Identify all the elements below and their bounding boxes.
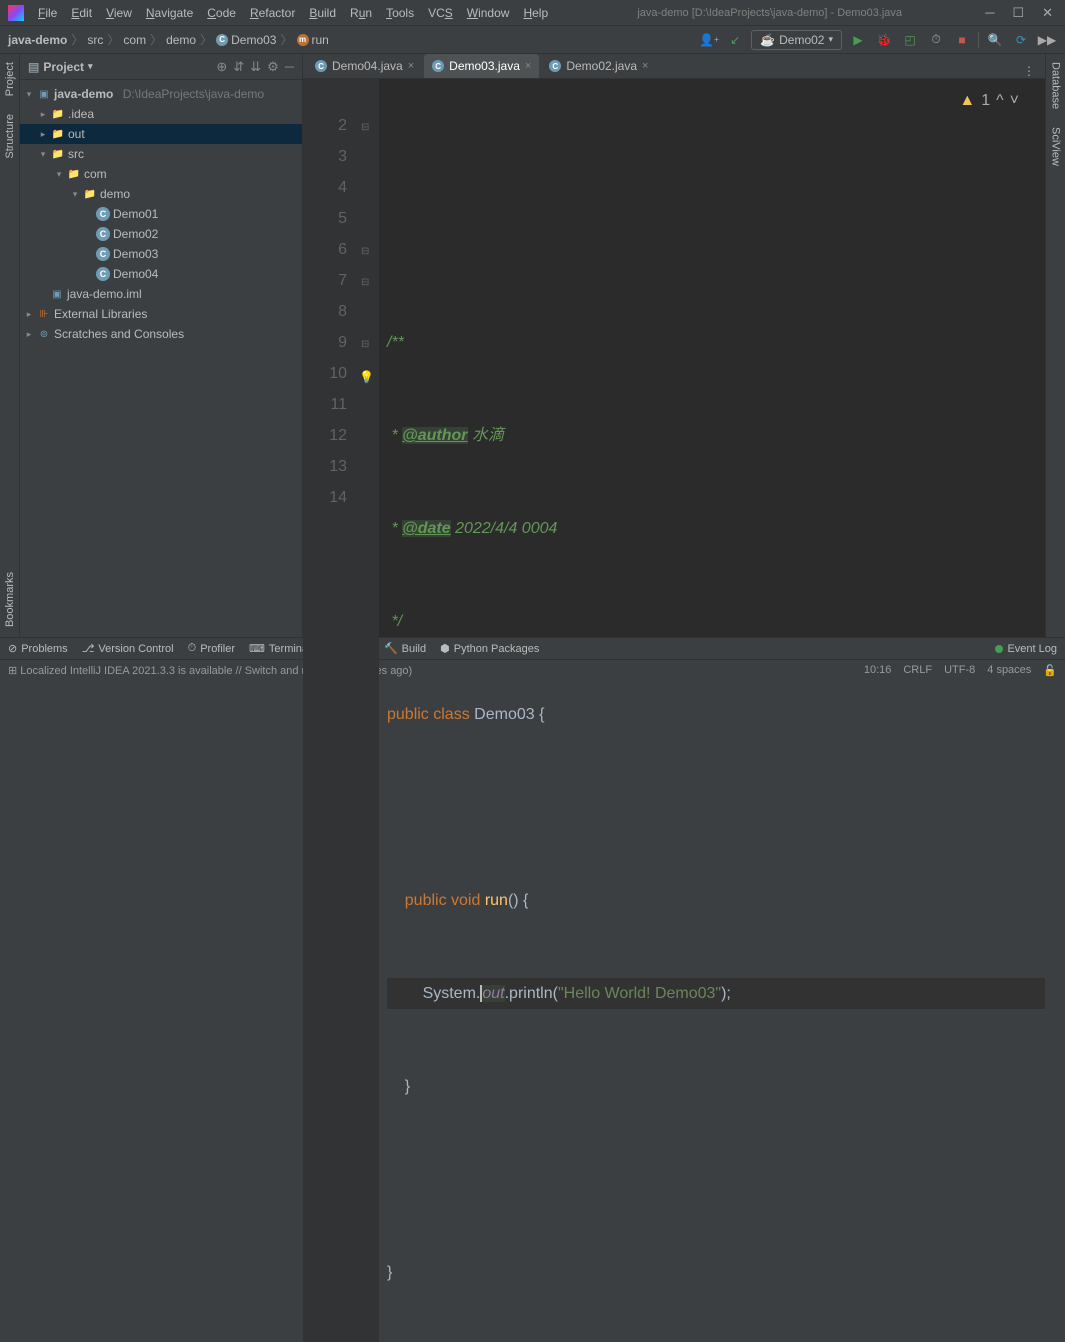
class-icon: C [549, 60, 561, 72]
vcs-button[interactable]: ⎇Version Control [82, 642, 174, 655]
class-icon: C [315, 60, 327, 72]
menu-file[interactable]: File [32, 4, 63, 22]
tree-demo01[interactable]: CDemo01 [20, 204, 302, 224]
gutter: 234 567 8910 111213 14 [303, 79, 359, 1342]
sciview-tool-button[interactable]: SciView [1050, 127, 1062, 166]
select-opened-icon[interactable]: ⊕ [216, 59, 227, 75]
tree-demo02[interactable]: CDemo02 [20, 224, 302, 244]
menu-tools[interactable]: Tools [380, 4, 420, 22]
class-icon: C [96, 247, 110, 261]
close-button[interactable]: ✕ [1042, 5, 1053, 21]
warning-icon: ▲ [959, 85, 975, 116]
tree-scratches[interactable]: ▸⊚Scratches and Consoles [20, 324, 302, 344]
class-icon: C [216, 34, 228, 46]
window-title: java-demo [D:\IdeaProjects\java-demo] - … [554, 7, 985, 19]
menu-refactor[interactable]: Refactor [244, 4, 301, 22]
tree-demo03[interactable]: CDemo03 [20, 244, 302, 264]
menu-view[interactable]: View [100, 4, 138, 22]
maximize-button[interactable]: ☐ [1012, 5, 1024, 21]
stop-button[interactable]: ■ [952, 30, 972, 50]
hide-icon[interactable]: ─ [285, 59, 294, 75]
problems-button[interactable]: ⊘Problems [8, 642, 68, 655]
class-icon: C [96, 267, 110, 281]
close-icon[interactable]: × [525, 60, 531, 72]
run-button[interactable]: ▶ [848, 30, 868, 50]
breadcrumb-class[interactable]: CDemo03 [216, 33, 276, 47]
run-config-selector[interactable]: ☕Demo02▾ [751, 30, 842, 50]
vcs-update-icon[interactable]: ↙ [725, 30, 745, 50]
prev-icon[interactable]: ^ [996, 85, 1004, 116]
menu-help[interactable]: Help [517, 4, 554, 22]
next-icon[interactable]: ˅ [1010, 85, 1019, 116]
menu-run[interactable]: Run [344, 4, 378, 22]
project-panel-title[interactable]: ▤Project▾ [28, 60, 93, 74]
profiler-button[interactable]: ⏱Profiler [188, 642, 235, 655]
minimize-button[interactable]: ─ [985, 5, 994, 21]
menu-vcs[interactable]: VCS [422, 4, 459, 22]
tab-demo03[interactable]: CDemo03.java× [424, 54, 539, 78]
search-icon[interactable]: 🔍 [985, 30, 1005, 50]
menu-code[interactable]: Code [201, 4, 242, 22]
settings-icon[interactable]: ⚙ [267, 59, 279, 75]
tree-out[interactable]: ▸📁out [20, 124, 302, 144]
method-icon: m [297, 34, 309, 46]
tabs-more-icon[interactable]: ⋮ [1013, 64, 1045, 78]
tab-demo02[interactable]: CDemo02.java× [541, 54, 656, 78]
coverage-button[interactable]: ◰ [900, 30, 920, 50]
database-tool-button[interactable]: Database [1050, 62, 1062, 109]
main-menu: File Edit View Navigate Code Refactor Bu… [32, 4, 554, 22]
debug-button[interactable]: 🐞 [874, 30, 894, 50]
class-icon: C [432, 60, 444, 72]
intellij-logo-icon [8, 5, 24, 21]
menu-window[interactable]: Window [461, 4, 516, 22]
tree-root[interactable]: ▾▣ java-demo D:\IdeaProjects\java-demo [20, 84, 302, 104]
close-icon[interactable]: × [408, 60, 414, 72]
tree-com[interactable]: ▾📁com [20, 164, 302, 184]
tab-demo04[interactable]: CDemo04.java× [307, 54, 422, 78]
inspection-widget[interactable]: ▲1 ^˅ [955, 83, 1023, 118]
menu-edit[interactable]: Edit [65, 4, 98, 22]
profile-button[interactable]: ⏱ [926, 30, 946, 50]
sync-icon[interactable]: ⟳ [1011, 30, 1031, 50]
tree-demo[interactable]: ▾📁demo [20, 184, 302, 204]
gutter-icons: ⊟ ⊟ ⊟ ⊟ 💡 [359, 79, 379, 1342]
breadcrumb-demo[interactable]: demo [166, 33, 196, 47]
menu-navigate[interactable]: Navigate [140, 4, 199, 22]
tree-idea[interactable]: ▸📁.idea [20, 104, 302, 124]
menu-build[interactable]: Build [303, 4, 342, 22]
breadcrumb-src[interactable]: src [87, 33, 103, 47]
breadcrumb-com[interactable]: com [123, 33, 146, 47]
tree-external[interactable]: ▸⊪External Libraries [20, 304, 302, 324]
tree-iml[interactable]: ▣java-demo.iml [20, 284, 302, 304]
expand-all-icon[interactable]: ⇵ [233, 59, 244, 75]
tree-demo04[interactable]: CDemo04 [20, 264, 302, 284]
project-tool-button[interactable]: Project [4, 62, 16, 96]
terminal-button[interactable]: ⌨Terminal [249, 642, 310, 655]
breadcrumb-project[interactable]: java-demo [8, 33, 67, 47]
collapse-all-icon[interactable]: ⇊ [250, 59, 261, 75]
intention-bulb-icon[interactable]: 💡 [359, 362, 374, 393]
close-icon[interactable]: × [642, 60, 648, 72]
bookmarks-tool-button[interactable]: Bookmarks [4, 572, 16, 627]
class-icon: C [96, 207, 110, 221]
ide-scripting-icon[interactable]: ▶▶ [1037, 30, 1057, 50]
add-config-icon[interactable]: 👤+ [699, 30, 719, 50]
code-editor[interactable]: 234 567 8910 111213 14 ⊟ ⊟ ⊟ ⊟ 💡 /** * @… [303, 79, 1045, 1342]
structure-tool-button[interactable]: Structure [4, 114, 16, 159]
breadcrumb-method[interactable]: mrun [297, 33, 329, 47]
tree-src[interactable]: ▾📁src [20, 144, 302, 164]
class-icon: C [96, 227, 110, 241]
